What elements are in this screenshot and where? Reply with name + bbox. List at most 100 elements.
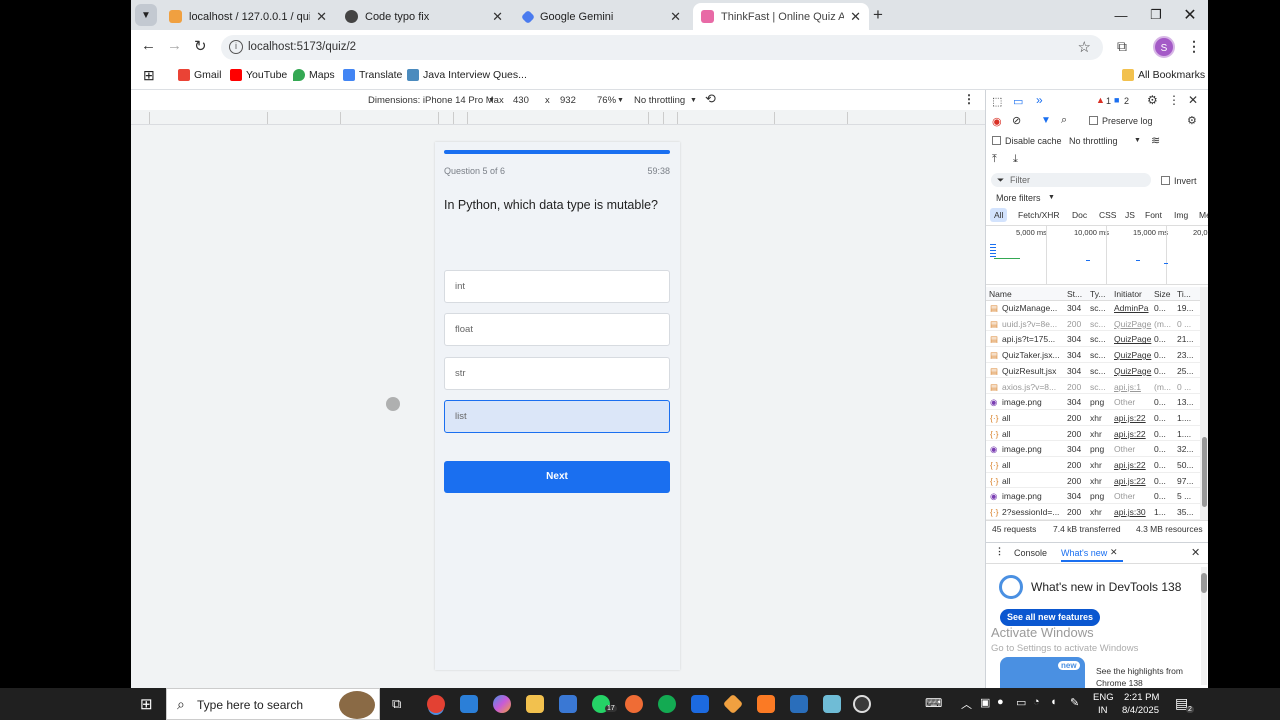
mongodb-icon[interactable] [658, 695, 676, 713]
chip-media[interactable]: Me [1195, 208, 1208, 222]
tab-thinkfast[interactable]: ThinkFast | Online Quiz App ✕ [693, 3, 869, 30]
close-drawer-icon[interactable]: ✕ [1191, 546, 1200, 559]
extensions-icon[interactable]: ⧉ [1117, 38, 1127, 55]
close-icon[interactable]: ✕ [670, 9, 681, 25]
close-icon[interactable]: ✕ [850, 9, 861, 25]
chrome-icon[interactable] [427, 695, 445, 713]
scrollbar-thumb[interactable] [1202, 437, 1207, 507]
tab-code-typo-fix[interactable]: Code typo fix ✕ [337, 3, 511, 30]
network-icon[interactable]: ◔ [1033, 696, 1040, 708]
close-icon[interactable]: ✕ [1110, 547, 1118, 558]
request-row[interactable]: ◉ image.png 304 png Other 0... 32... [986, 441, 1208, 457]
tab-phpmyadmin[interactable]: localhost / 127.0.0.1 / quizsyste ✕ [161, 3, 335, 30]
device-toggle-icon[interactable]: ▭ [1013, 95, 1023, 108]
answer-option-selected[interactable]: list [444, 400, 670, 433]
taskbar-search[interactable]: ⌕ Type here to search [166, 688, 380, 720]
network-timeline[interactable]: 5,000 ms 10,000 ms 15,000 ms 20,0 [986, 225, 1208, 285]
drawer-tab-whats-new[interactable]: What's new [1061, 548, 1107, 558]
wifi-icon[interactable]: ≋ [1151, 134, 1160, 147]
request-row[interactable]: ▤ api.js?t=175... 304 sc... QuizPage 0... 21..… [986, 331, 1208, 348]
request-row[interactable]: ▤ axios.js?v=8... 200 sc... api.js:1 (m... 0 .… [986, 379, 1208, 395]
rotate-icon[interactable]: ⟲ [705, 91, 716, 107]
more-filters-button[interactable]: More filters [996, 193, 1041, 203]
scrollbar-thumb[interactable] [1201, 573, 1207, 593]
tab-search-button[interactable]: ▼ [135, 4, 157, 26]
intellij-icon[interactable] [691, 695, 709, 713]
task-view-icon[interactable]: ⧉ [392, 696, 401, 712]
upload-icon[interactable]: ⤒ [992, 153, 997, 166]
request-row[interactable]: ◉ image.png 304 png Other 0... 13... [986, 394, 1208, 410]
tab-gemini[interactable]: Google Gemini ✕ [515, 3, 689, 30]
throttle-select[interactable]: No throttling [634, 95, 685, 106]
address-bar[interactable]: i localhost:5173/quiz/2 ☆ [221, 35, 1103, 60]
column-header[interactable]: Initiator [1114, 289, 1142, 299]
column-header[interactable]: Name [989, 289, 1012, 299]
forward-icon[interactable]: → [167, 37, 182, 54]
bookmark-star-icon[interactable]: ☆ [1078, 38, 1091, 56]
xampp-icon[interactable] [757, 695, 775, 713]
column-header[interactable]: Ti... [1177, 289, 1191, 299]
more-options-icon[interactable]: ⋮ [963, 92, 975, 106]
close-devtools-icon[interactable]: ✕ [1188, 93, 1198, 107]
obs-icon[interactable] [853, 695, 871, 713]
notepad-icon[interactable] [823, 695, 841, 713]
answer-option[interactable]: int [444, 270, 670, 303]
warning-icon[interactable]: ▲ [1096, 95, 1105, 105]
reload-icon[interactable]: ↻ [194, 37, 207, 55]
settings-icon[interactable]: ⚙ [1147, 93, 1158, 107]
zoom-select[interactable]: 76% [597, 95, 616, 106]
close-window-icon[interactable]: ✕ [1173, 0, 1207, 30]
windows-start-icon[interactable]: ⊞ [140, 695, 153, 713]
more-tabs-icon[interactable]: » [1036, 93, 1043, 107]
request-row[interactable]: ▤ QuizManage... 304 sc... AdminPa 0... 19... [986, 300, 1208, 316]
chip-all[interactable]: All [990, 208, 1008, 222]
close-icon[interactable]: ✕ [316, 9, 327, 25]
column-header[interactable]: St... [1067, 289, 1082, 299]
record-icon[interactable]: ◉ [992, 115, 1002, 128]
battery-icon[interactable]: ▭ [1016, 696, 1026, 709]
disable-cache-checkbox[interactable] [992, 136, 1001, 145]
request-row[interactable]: {·} all 200 xhr api.js:22 0... 1.... [986, 410, 1208, 426]
throttling-select[interactable]: No throttling [1069, 136, 1118, 146]
filter-input[interactable]: ⏷ Filter [991, 173, 1151, 187]
restore-icon[interactable]: ❐ [1139, 0, 1173, 30]
drawer-scrollbar[interactable] [1201, 567, 1207, 685]
device-height[interactable]: 932 [560, 95, 576, 106]
site-info-icon[interactable]: i [229, 40, 243, 54]
chip-js[interactable]: JS [1121, 208, 1139, 222]
request-row[interactable]: ▤ uuid.js?v=8e... 200 sc... QuizPage (m... 0 .… [986, 316, 1208, 332]
invert-checkbox[interactable] [1161, 176, 1170, 185]
request-row[interactable]: ◉ image.png 304 png Other 0... 5 ... [986, 488, 1208, 505]
chip-doc[interactable]: Doc [1068, 208, 1091, 222]
request-row[interactable]: {·} all 200 xhr api.js:22 0... 1.... [986, 426, 1208, 442]
request-row[interactable]: ▤ QuizTaker.jsx... 304 sc... QuizPage 0... 23.… [986, 347, 1208, 363]
git-icon[interactable] [722, 693, 744, 715]
all-bookmarks[interactable]: All Bookmarks [1122, 69, 1205, 81]
preserve-log-checkbox[interactable] [1089, 116, 1098, 125]
bookmark-youtube[interactable]: YouTube [230, 69, 287, 81]
request-row[interactable]: ▤ QuizResult.jsx 304 sc... QuizPage 0... 25... [986, 363, 1208, 379]
bookmark-maps[interactable]: Maps [293, 69, 335, 81]
keyboard-icon[interactable]: ⌨ [925, 696, 942, 710]
meet-icon[interactable]: ▣ [980, 696, 990, 709]
bookmark-translate[interactable]: Translate [343, 69, 402, 81]
apps-grid-icon[interactable]: ⊞ [143, 67, 155, 84]
filter-icon[interactable]: ▼ [1041, 115, 1051, 126]
vscode-icon[interactable] [460, 695, 478, 713]
devtools-menu-icon[interactable]: ⋮ [1168, 93, 1180, 107]
chip-img[interactable]: Img [1170, 208, 1192, 222]
pen-icon[interactable]: ✎ [1070, 696, 1079, 709]
file-explorer-icon[interactable] [526, 695, 544, 713]
inspect-icon[interactable]: ⬚ [992, 95, 1002, 108]
request-row[interactable]: {·} all 200 xhr api.js:22 0... 50... [986, 457, 1208, 473]
column-header[interactable]: Size [1154, 289, 1171, 299]
message-icon[interactable]: ■ [1114, 95, 1119, 105]
clear-icon[interactable]: ⊘ [1012, 114, 1021, 127]
clock-time[interactable]: 2:21 PM [1124, 692, 1159, 703]
request-row[interactable]: {·} all 200 xhr api.js:22 0... 97... [986, 473, 1208, 489]
answer-option[interactable]: str [444, 357, 670, 390]
bookmark-java-interview[interactable]: Java Interview Ques... [407, 69, 527, 81]
device-dimensions[interactable]: Dimensions: iPhone 14 Pro Max [368, 95, 504, 106]
scrollbar[interactable] [1200, 287, 1208, 520]
see-all-features-button[interactable]: See all new features [1000, 609, 1100, 626]
